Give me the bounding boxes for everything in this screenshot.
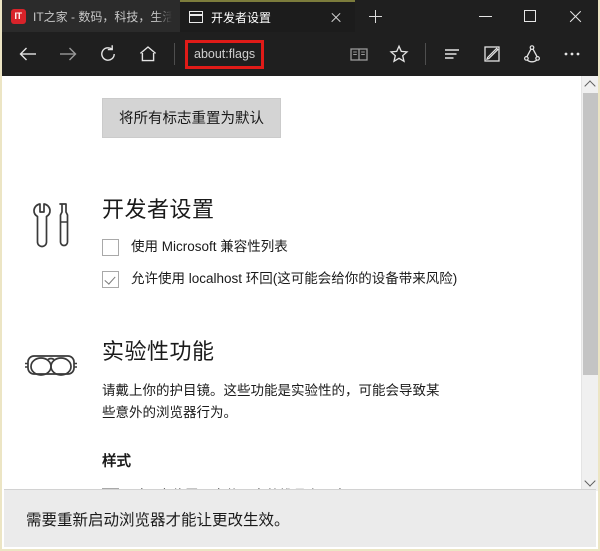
scrollbar-thumb[interactable] — [583, 93, 598, 375]
section-title-developer-settings: 开发者设置 — [102, 197, 215, 222]
subsection-heading-styles: 样式 — [102, 454, 131, 471]
checkbox-label-ms-compat-list: 使用 Microsoft 兼容性列表 — [131, 239, 288, 254]
more-icon[interactable] — [552, 34, 592, 74]
tab-title-developer-settings: 开发者设置 — [211, 10, 272, 25]
checkbox-row-localhost-loopback[interactable]: 允许使用 localhost 环回(这可能会给你的设备带来风险) — [102, 270, 561, 289]
checkbox-localhost-loopback[interactable] — [102, 271, 119, 289]
back-button[interactable] — [8, 34, 48, 74]
favorites-star-icon[interactable] — [379, 34, 419, 74]
it-home-favicon-label: IT — [10, 8, 26, 24]
toolbar-separator — [425, 43, 426, 65]
wrench-screwdriver-icon — [20, 196, 82, 258]
window-controls — [463, 0, 598, 32]
checkbox-ms-compat-list[interactable] — [102, 239, 119, 256]
browser-window: IT IT之家 - 数码，科技，生活· 开发者设置 about:flags 将所… — [0, 0, 600, 551]
reset-row: 将所有标志重置为默认 — [2, 76, 581, 138]
window-favicon — [188, 9, 204, 25]
section-experimental-features: 实验性功能 请戴上你的护目镜。这些功能是实验性的，可能会导致某些意外的浏览器行为… — [2, 334, 581, 491]
tab-strip: IT IT之家 - 数码，科技，生活· 开发者设置 — [2, 0, 598, 32]
checkbox-row-ms-compat-list[interactable]: 使用 Microsoft 兼容性列表 — [102, 238, 561, 256]
close-window-button[interactable] — [553, 0, 598, 32]
tab-it-home[interactable]: IT IT之家 - 数码，科技，生活· — [2, 0, 180, 32]
refresh-button[interactable] — [88, 34, 128, 74]
page-scrollbar[interactable] — [581, 76, 598, 491]
new-tab-button[interactable] — [355, 0, 395, 32]
home-button[interactable] — [128, 34, 168, 74]
tab-developer-settings[interactable]: 开发者设置 — [180, 0, 355, 32]
address-input[interactable]: about:flags — [194, 47, 255, 61]
address-bar[interactable]: about:flags — [181, 34, 339, 74]
it-home-favicon: IT — [10, 8, 26, 24]
maximize-button[interactable] — [508, 0, 553, 32]
restart-notification-bar: 需要重新启动浏览器才能让更改生效。 — [4, 489, 596, 547]
navigation-bar: about:flags — [2, 32, 598, 76]
page-content: 将所有标志重置为默认 开发者设置 使用 Microsoft 兼容性列表 允许使用… — [2, 76, 598, 491]
forward-button[interactable] — [48, 34, 88, 74]
nav-separator — [174, 43, 175, 65]
minimize-button[interactable] — [463, 0, 508, 32]
section-title-experimental-features: 实验性功能 — [102, 339, 215, 365]
tab-close-icon[interactable] — [325, 6, 347, 28]
reset-all-flags-button[interactable]: 将所有标志重置为默认 — [102, 98, 281, 138]
share-icon[interactable] — [512, 34, 552, 74]
section-developer-settings: 开发者设置 使用 Microsoft 兼容性列表 允许使用 localhost … — [2, 192, 581, 289]
checkbox-label-localhost-loopback: 允许使用 localhost 环回(这可能会给你的设备带来风险) — [131, 271, 458, 287]
scroll-up-arrow-icon[interactable] — [582, 76, 598, 93]
toolbar-right — [339, 34, 592, 74]
section-description-experimental-features: 请戴上你的护目镜。这些功能是实验性的，可能会导致某些意外的浏览器行为。 — [102, 383, 440, 421]
goggles-icon — [20, 338, 82, 400]
restart-notification-message: 需要重新启动浏览器才能让更改生效。 — [26, 511, 290, 529]
web-note-icon[interactable] — [472, 34, 512, 74]
flags-page: 将所有标志重置为默认 开发者设置 使用 Microsoft 兼容性列表 允许使用… — [2, 76, 581, 491]
tab-title-it-home: IT之家 - 数码，科技，生活· — [33, 9, 172, 24]
url-annotation-box: about:flags — [185, 39, 265, 69]
hub-icon[interactable] — [432, 34, 472, 74]
reading-view-icon[interactable] — [339, 34, 379, 74]
